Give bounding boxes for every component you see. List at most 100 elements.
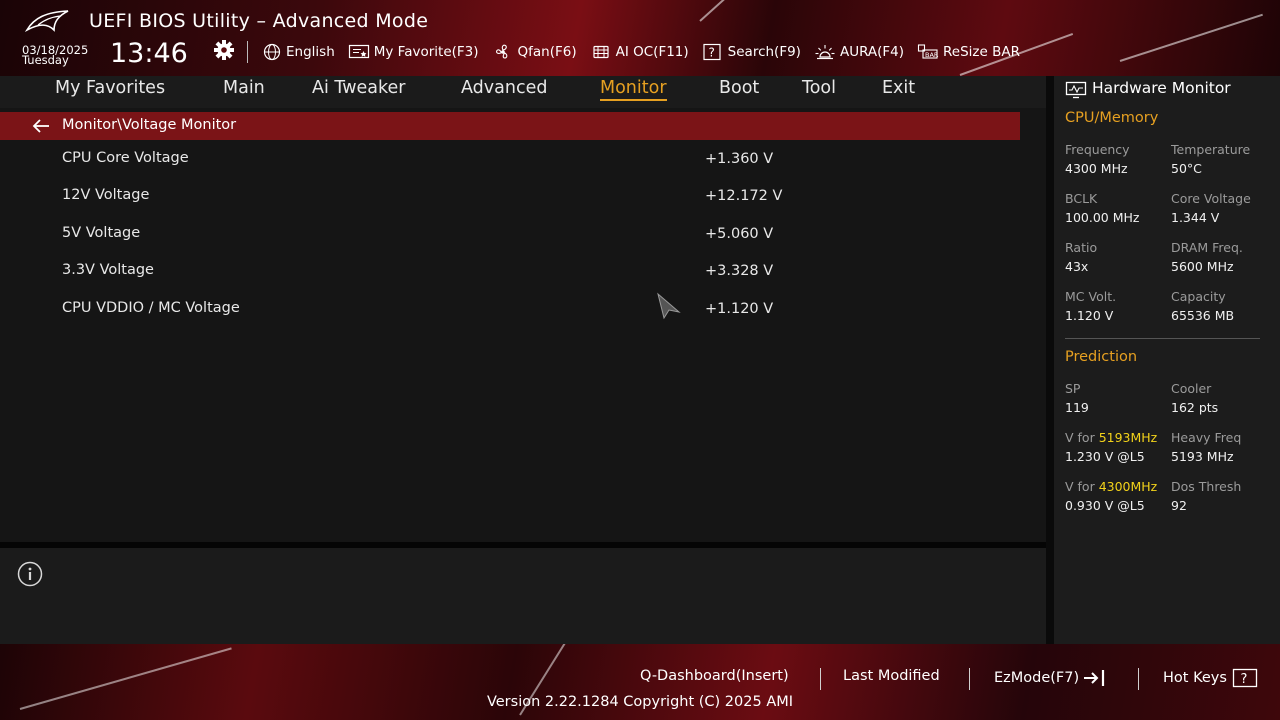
resize-bar-button[interactable]: BAR ReSize BAR (917, 43, 1020, 61)
tab-my-favorites[interactable]: My Favorites (55, 78, 165, 98)
resize-bar-label: ReSize BAR (943, 44, 1020, 60)
mouse-cursor-icon (657, 292, 681, 320)
capacity-label: Capacity (1171, 289, 1226, 304)
decorative-streak (699, 0, 790, 22)
frequency-label: Frequency (1065, 142, 1130, 157)
tab-ai-tweaker[interactable]: Ai Tweaker (312, 78, 405, 98)
tab-main[interactable]: Main (223, 78, 265, 98)
search-help-icon: ? (703, 43, 721, 61)
exit-to-ezmode-icon (1084, 670, 1105, 686)
capacity-value: 65536 MB (1171, 308, 1235, 323)
core-voltage-value: 1.344 V (1171, 210, 1220, 225)
cooler-label: Cooler (1171, 381, 1212, 396)
v-for-label-2: V for 4300MHz (1065, 479, 1157, 494)
rog-logo-icon (24, 10, 69, 33)
hot-keys-button[interactable]: Hot Keys ? (1163, 668, 1258, 688)
tab-monitor[interactable]: Monitor (600, 78, 667, 101)
hot-keys-label: Hot Keys (1163, 670, 1227, 686)
dram-freq-value: 5600 MHz (1171, 259, 1234, 274)
heavy-freq-value: 5193 MHz (1171, 449, 1234, 464)
voltage-label: CPU VDDIO / MC Voltage (62, 300, 240, 316)
dram-freq-label: DRAM Freq. (1171, 240, 1243, 255)
back-arrow-icon[interactable] (32, 119, 50, 133)
resize-bar-icon: BAR (917, 44, 939, 59)
monitor-icon (1065, 81, 1087, 99)
temperature-value: 50°C (1171, 161, 1202, 176)
voltage-label: 5V Voltage (62, 225, 141, 241)
qfan-label: Qfan(F6) (517, 44, 577, 60)
cooler-value: 162 pts (1171, 400, 1219, 415)
ezmode-label: EzMode(F7) (994, 670, 1080, 686)
v-for-prefix: V for (1065, 479, 1099, 494)
tab-boot[interactable]: Boot (719, 78, 759, 98)
info-icon (17, 561, 43, 587)
voltage-value: +5.060 V (705, 226, 774, 242)
v-for-value-2: 0.930 V @L5 (1065, 498, 1145, 513)
voltage-label: 3.3V Voltage (62, 262, 154, 278)
sp-label: SP (1065, 381, 1081, 396)
voltage-row-12v[interactable]: 12V Voltage +12.172 V (0, 180, 1020, 214)
my-favorite-label: My Favorite(F3) (373, 44, 479, 60)
dos-thresh-value: 92 (1171, 498, 1187, 513)
temperature-label: Temperature (1171, 142, 1251, 157)
v-for-value-1: 1.230 V @L5 (1065, 449, 1145, 464)
footer-divider (969, 668, 970, 690)
voltage-value: +1.360 V (705, 151, 774, 167)
favorite-monitor-icon (348, 44, 369, 59)
app-title: UEFI BIOS Utility – Advanced Mode (89, 10, 429, 32)
main-content-panel: Monitor\Voltage Monitor CPU Core Voltage… (0, 108, 1046, 542)
voltage-row-cpu-core[interactable]: CPU Core Voltage +1.360 V (0, 143, 1020, 177)
core-voltage-label: Core Voltage (1171, 191, 1251, 206)
qfan-button[interactable]: Qfan(F6) (492, 43, 577, 61)
tab-tool[interactable]: Tool (802, 78, 836, 98)
footer-bar: Q-Dashboard(Insert) Last Modified EzMode… (0, 644, 1280, 720)
dos-thresh-label: Dos Thresh (1171, 479, 1242, 494)
svg-text:?: ? (708, 46, 714, 60)
fan-icon (495, 44, 507, 59)
aura-button[interactable]: AURA(F4) (814, 43, 904, 61)
main-tab-bar: My Favorites Main Ai Tweaker Advanced Mo… (0, 76, 1046, 108)
voltage-value: +12.172 V (705, 188, 783, 204)
v-for-freq-2: 4300MHz (1098, 479, 1158, 494)
search-label: Search(F9) (727, 44, 801, 60)
cpu-memory-heading: CPU/Memory (1065, 110, 1159, 126)
header-divider (247, 41, 248, 63)
sp-value: 119 (1065, 400, 1089, 415)
ezmode-button[interactable]: EzMode(F7) (994, 668, 1108, 688)
hardware-monitor-title: Hardware Monitor (1092, 79, 1231, 97)
mc-volt-value: 1.120 V (1065, 308, 1114, 323)
voltage-label: CPU Core Voltage (62, 150, 189, 166)
sidebar-border (1046, 76, 1054, 644)
gear-icon[interactable] (212, 38, 236, 62)
last-modified-button[interactable]: Last Modified (843, 668, 940, 684)
aura-light-icon (815, 45, 835, 60)
aura-label: AURA(F4) (839, 44, 905, 60)
search-button[interactable]: ? Search(F9) (702, 43, 801, 61)
breadcrumb: Monitor\Voltage Monitor (0, 112, 1020, 140)
voltage-value: +3.328 V (705, 263, 774, 279)
footer-divider (820, 668, 821, 690)
my-favorite-button[interactable]: My Favorite(F3) (348, 43, 479, 61)
language-button[interactable]: English (262, 43, 335, 61)
voltage-row-5v[interactable]: 5V Voltage +5.060 V (0, 218, 1020, 252)
section-divider (1065, 338, 1260, 339)
mc-volt-label: MC Volt. (1065, 289, 1117, 304)
info-help-panel (0, 548, 1046, 644)
svg-text:BAR: BAR (925, 51, 939, 59)
tab-advanced[interactable]: Advanced (461, 78, 547, 98)
toolbar: English My Favorite(F3) Qfan(F6) AI OC(F… (262, 42, 1033, 62)
voltage-row-vddio[interactable]: CPU VDDIO / MC Voltage +1.120 V (0, 293, 1020, 327)
ai-oc-label: AI OC(F11) (615, 44, 689, 60)
voltage-row-3v3[interactable]: 3.3V Voltage +3.328 V (0, 255, 1020, 289)
q-dashboard-button[interactable]: Q-Dashboard(Insert) (640, 668, 789, 684)
voltage-label: 12V Voltage (62, 187, 150, 203)
hardware-monitor-panel: Hardware Monitor CPU/Memory Frequency 43… (1054, 76, 1280, 644)
tab-exit[interactable]: Exit (882, 78, 915, 98)
help-key-icon: ? (1232, 668, 1258, 688)
footer-divider (1138, 668, 1139, 690)
frequency-value: 4300 MHz (1065, 161, 1128, 176)
v-for-prefix: V for (1065, 430, 1099, 445)
ai-oc-button[interactable]: AI OC(F11) (590, 43, 689, 61)
header-bar: UEFI BIOS Utility – Advanced Mode 03/18/… (0, 0, 1280, 76)
bclk-label: BCLK (1065, 191, 1098, 206)
